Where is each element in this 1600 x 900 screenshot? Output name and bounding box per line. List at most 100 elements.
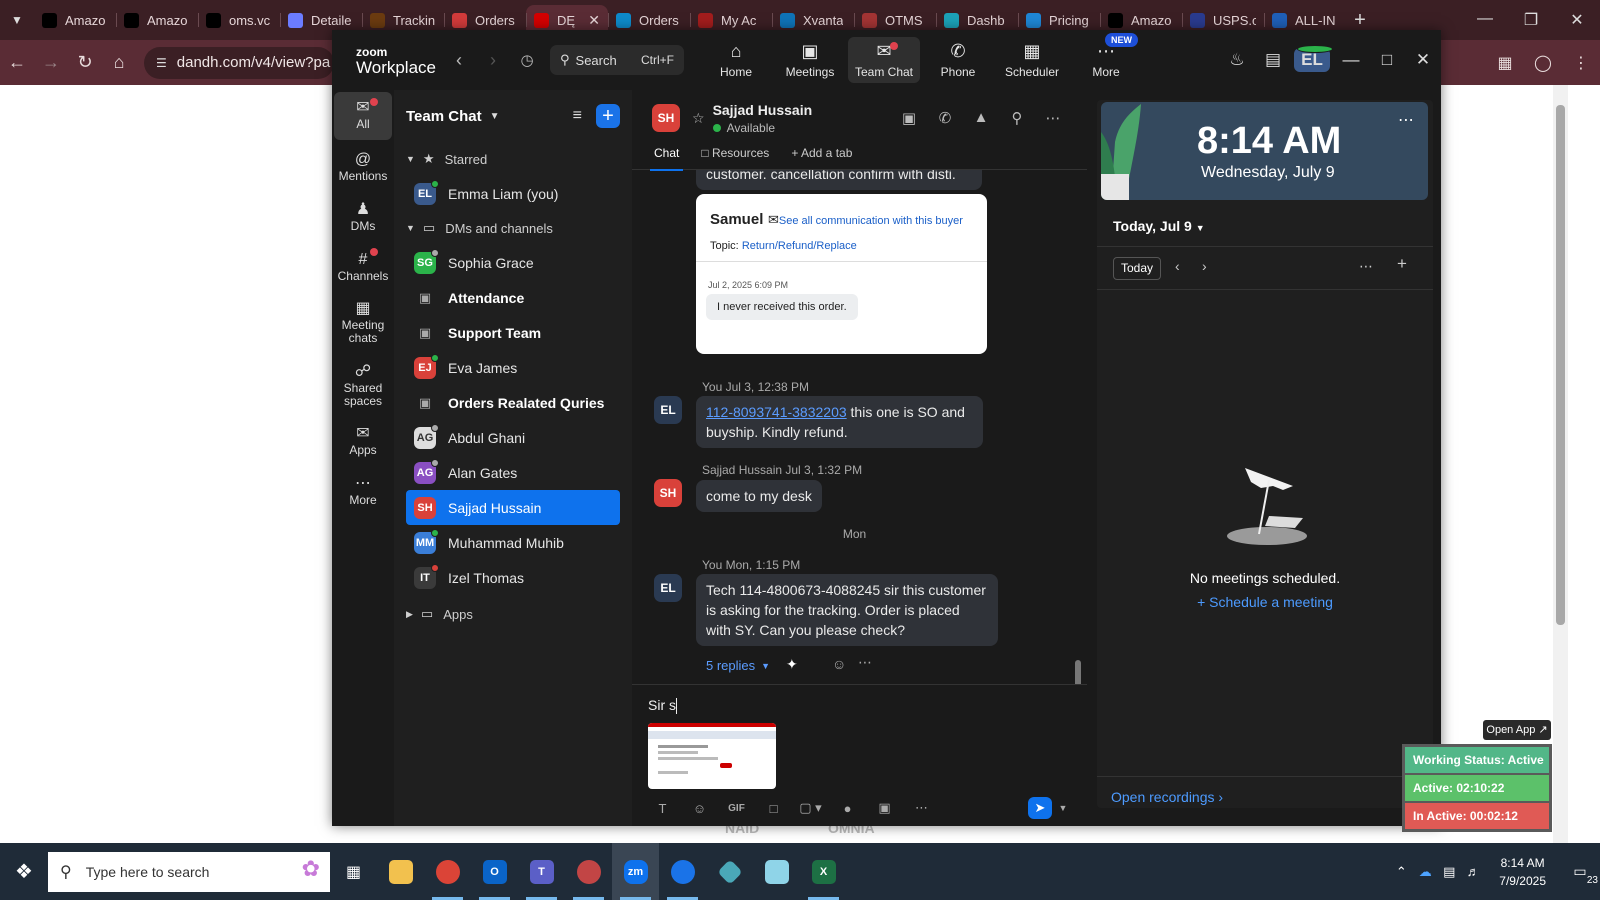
- network-icon[interactable]: ▤: [1437, 864, 1461, 880]
- next-day-icon[interactable]: ›: [1202, 258, 1207, 274]
- tab-search-button[interactable]: ▼: [0, 6, 34, 34]
- rail-mentions[interactable]: @ Mentions: [334, 144, 392, 192]
- contact-avatar[interactable]: SH: [652, 104, 680, 132]
- prev-day-icon[interactable]: ‹: [1175, 258, 1180, 274]
- module-home[interactable]: ⌂ Home: [700, 37, 772, 83]
- module-scheduler[interactable]: ▦ Scheduler: [996, 37, 1068, 83]
- more-options-icon[interactable]: ⋯: [1398, 110, 1414, 130]
- more-options-icon[interactable]: ⋯: [1035, 109, 1071, 127]
- taskbar-excel[interactable]: X: [800, 843, 847, 900]
- send-options-icon[interactable]: ▼: [1052, 803, 1074, 813]
- browser-tab[interactable]: oms.vc: [198, 5, 280, 35]
- taskbar-chrome[interactable]: [424, 843, 471, 900]
- module-team-chat[interactable]: ✉ Team Chat: [848, 37, 920, 83]
- file-icon[interactable]: □: [755, 801, 792, 816]
- search-icon[interactable]: ⚲: [999, 109, 1035, 127]
- chat-list-item[interactable]: EL Emma Liam (you): [406, 176, 620, 211]
- browser-tab[interactable]: Amazo: [116, 5, 198, 35]
- zoom-maximize-icon[interactable]: □: [1369, 50, 1405, 70]
- gif-icon[interactable]: GIF: [718, 803, 755, 814]
- taskbar-teams[interactable]: T: [518, 843, 565, 900]
- taskbar-chrome-3[interactable]: [659, 843, 706, 900]
- taskbar-app-diamond[interactable]: [706, 843, 753, 900]
- today-header[interactable]: Today, Jul 9 ▼: [1113, 218, 1205, 234]
- chat-list-title[interactable]: Team Chat: [406, 108, 482, 125]
- order-link[interactable]: 112-8093741-3832203: [706, 404, 847, 420]
- see-all-link[interactable]: ✉See all communication with this buyer: [768, 212, 963, 228]
- extensions-icon[interactable]: ▦: [1486, 53, 1524, 73]
- schedule-meeting-link[interactable]: + Schedule a meeting: [1097, 594, 1433, 610]
- more-options-icon[interactable]: ⋯: [903, 800, 940, 816]
- chevron-down-icon[interactable]: ▼: [490, 111, 500, 122]
- message-bubble[interactable]: Tech 114-4800673-4088245 sir this custom…: [696, 574, 998, 646]
- chat-list-item[interactable]: IT Izel Thomas: [406, 560, 620, 595]
- emoji-icon[interactable]: ☺: [681, 801, 718, 816]
- section-apps[interactable]: ▶ ▭ Apps: [394, 597, 632, 631]
- chat-list-item[interactable]: MM Muhammad Muhib: [406, 525, 620, 560]
- rail-meeting-chats[interactable]: ▦ Meeting chats: [334, 294, 392, 352]
- video-message-icon[interactable]: ▣: [866, 800, 903, 816]
- bell-icon[interactable]: ♨: [1219, 50, 1255, 70]
- share-screen-icon[interactable]: ▲: [963, 109, 999, 127]
- browser-tab[interactable]: Amazo: [34, 5, 116, 35]
- taskbar-chrome-2[interactable]: [565, 843, 612, 900]
- attachment-thumbnail[interactable]: [648, 723, 776, 789]
- taskbar-file-explorer[interactable]: [377, 843, 424, 900]
- restore-icon[interactable]: ❐: [1508, 10, 1554, 30]
- buyer-message-card[interactable]: Samuel ✉See all communication with this …: [696, 194, 987, 354]
- video-call-icon[interactable]: ▣: [891, 109, 927, 127]
- rail-more[interactable]: ⋯ More: [334, 468, 392, 516]
- new-chat-button[interactable]: +: [596, 104, 620, 128]
- chat-list-item[interactable]: EJ Eva James: [406, 350, 620, 385]
- close-tab-icon[interactable]: ✕: [588, 12, 600, 29]
- message-bubble[interactable]: customer. cancellation confirm with dist…: [696, 170, 982, 190]
- site-settings-icon[interactable]: ☰: [156, 56, 167, 70]
- profile-icon[interactable]: ◯: [1524, 53, 1562, 73]
- format-text-icon[interactable]: T: [644, 801, 681, 816]
- zoom-back-icon[interactable]: ‹: [442, 50, 476, 71]
- sender-avatar[interactable]: SH: [654, 479, 682, 507]
- module-meetings[interactable]: ▣ Meetings: [774, 37, 846, 83]
- send-button[interactable]: ➤: [1028, 797, 1052, 819]
- module-more[interactable]: NEW ⋯ More: [1070, 33, 1142, 83]
- taskbar-app-notes[interactable]: [753, 843, 800, 900]
- open-app-button[interactable]: Open App ↗: [1483, 720, 1551, 740]
- address-bar[interactable]: ☰ dandh.com/v4/view?pa: [144, 46, 334, 79]
- gift-icon[interactable]: ▤: [1255, 50, 1291, 70]
- section-starred[interactable]: ▼ ★ Starred: [394, 142, 632, 176]
- section-dms-channels[interactable]: ▼ ▭ DMs and channels: [394, 211, 632, 245]
- rail-apps[interactable]: ✉ Apps: [334, 418, 392, 466]
- notifications-button[interactable]: ▭ 23: [1560, 863, 1600, 886]
- message-bubble[interactable]: come to my desk: [696, 480, 822, 512]
- star-icon[interactable]: ☆: [692, 110, 705, 127]
- chat-list-item[interactable]: SG Sophia Grace: [406, 245, 620, 280]
- chevron-up-icon[interactable]: ⌃: [1389, 864, 1413, 880]
- taskbar-zoom[interactable]: zm: [612, 843, 659, 900]
- module-phone[interactable]: ✆ Phone: [922, 37, 994, 83]
- close-icon[interactable]: ✕: [1554, 10, 1600, 30]
- reload-icon[interactable]: ↻: [68, 52, 102, 73]
- chat-list-item[interactable]: SH Sajjad Hussain: [406, 490, 620, 525]
- home-icon[interactable]: ⌂: [102, 52, 136, 73]
- message-input[interactable]: Sir s: [648, 697, 677, 715]
- zoom-close-icon[interactable]: ✕: [1405, 50, 1441, 70]
- ai-sparkle-icon[interactable]: ✦: [786, 656, 798, 673]
- rail-dms[interactable]: ♟ DMs: [334, 194, 392, 242]
- onedrive-icon[interactable]: ☁: [1413, 864, 1437, 880]
- new-tab-button[interactable]: +: [1346, 9, 1374, 32]
- page-scrollbar[interactable]: [1553, 85, 1568, 843]
- taskbar-clock[interactable]: 8:14 AM 7/9/2025: [1499, 854, 1546, 890]
- message-scrollbar[interactable]: [1075, 660, 1081, 684]
- sender-avatar[interactable]: EL: [654, 574, 682, 602]
- rail-all[interactable]: ✉ All: [334, 92, 392, 140]
- replies-link[interactable]: 5 replies ▼: [706, 658, 770, 673]
- filter-icon[interactable]: ≡: [573, 107, 582, 125]
- add-event-icon[interactable]: +: [1397, 254, 1407, 274]
- tab-resources[interactable]: □ Resources: [701, 146, 769, 170]
- rail-channels[interactable]: # Channels: [334, 244, 392, 292]
- chat-list-item[interactable]: ▣ Support Team: [406, 315, 620, 350]
- history-icon[interactable]: ◷: [510, 51, 544, 69]
- taskbar-search[interactable]: ⚲ Type here to search ✿: [48, 851, 330, 892]
- microphone-icon[interactable]: ●: [829, 801, 866, 816]
- contact-name[interactable]: Sajjad Hussain: [713, 102, 813, 118]
